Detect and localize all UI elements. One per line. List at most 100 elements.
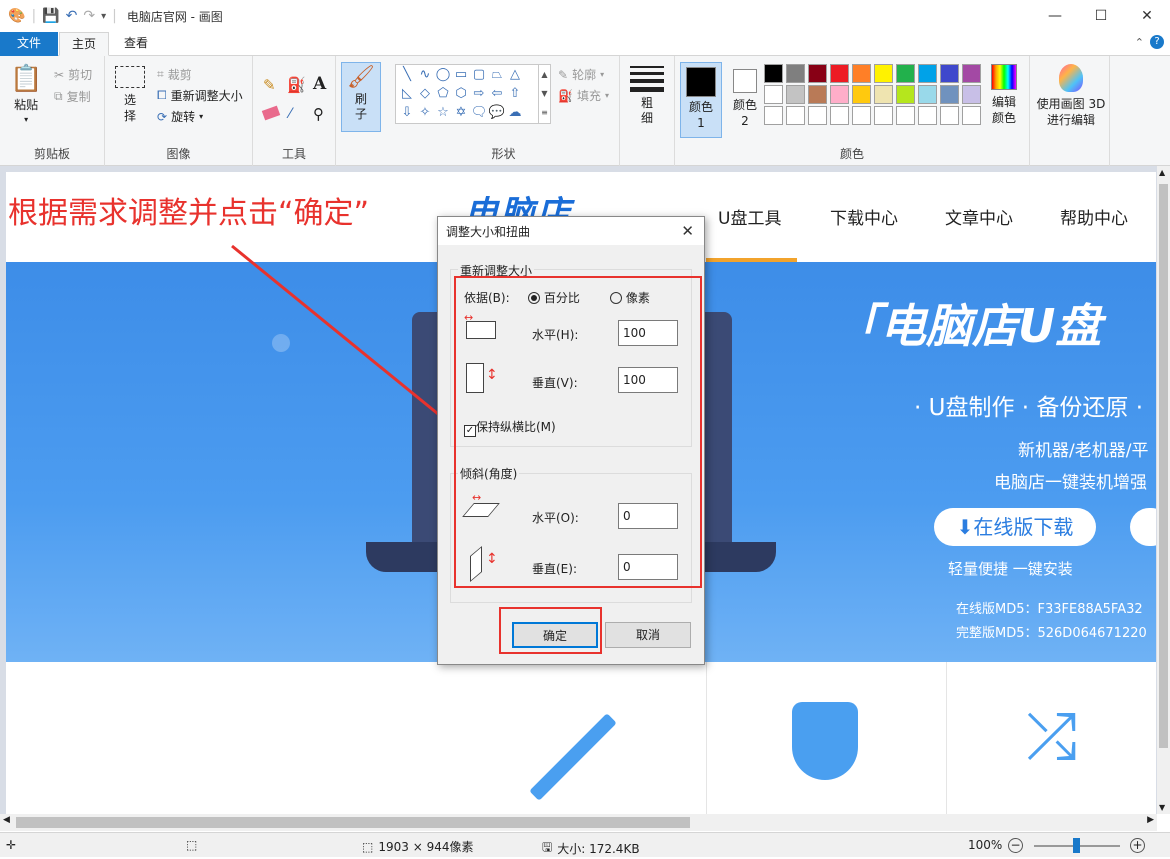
callout-rect-shape-icon[interactable]: 🗨 bbox=[470, 105, 488, 121]
save-icon[interactable]: 💾 bbox=[42, 8, 59, 24]
color-picker-icon[interactable]: ⁄ bbox=[289, 106, 291, 122]
pentagon-shape-icon[interactable]: ⬠ bbox=[434, 86, 452, 102]
color-swatch[interactable] bbox=[918, 106, 937, 125]
cut-button[interactable]: ✂ 剪切 bbox=[54, 66, 92, 83]
customize-toolbar-icon[interactable]: ▾ bbox=[101, 11, 106, 22]
paste-button[interactable]: 📋 粘贴 ▾ bbox=[10, 64, 42, 124]
horizontal-scrollbar[interactable]: ◀ ▶ bbox=[0, 814, 1157, 831]
outline-button[interactable]: ✎ 轮廓 ▾ bbox=[558, 66, 604, 83]
color-swatch[interactable] bbox=[830, 85, 849, 104]
line-shape-icon[interactable]: ╲ bbox=[398, 67, 416, 83]
color-swatch[interactable] bbox=[962, 85, 981, 104]
color-swatch[interactable] bbox=[786, 64, 805, 83]
zoom-in-icon[interactable]: + bbox=[1130, 838, 1145, 853]
diamond-shape-icon[interactable]: ◇ bbox=[416, 86, 434, 102]
triangle-shape-icon[interactable]: △ bbox=[506, 67, 524, 83]
color-swatch[interactable] bbox=[896, 106, 915, 125]
left-arrow-shape-icon[interactable]: ⇦ bbox=[488, 86, 506, 102]
minimize-button[interactable]: — bbox=[1032, 0, 1078, 32]
color-swatch[interactable] bbox=[830, 106, 849, 125]
five-point-star-shape-icon[interactable]: ☆ bbox=[434, 105, 452, 121]
close-button[interactable]: ✕ bbox=[1124, 0, 1170, 32]
color-swatch[interactable] bbox=[852, 64, 871, 83]
down-arrow-shape-icon[interactable]: ⇩ bbox=[398, 105, 416, 121]
close-icon[interactable]: ✕ bbox=[681, 222, 694, 240]
color-swatch[interactable] bbox=[764, 85, 783, 104]
scroll-left-icon[interactable]: ◀ bbox=[3, 815, 10, 825]
color-swatch[interactable] bbox=[852, 85, 871, 104]
six-point-star-shape-icon[interactable]: ✡ bbox=[452, 105, 470, 121]
text-icon[interactable]: A bbox=[313, 74, 326, 94]
eraser-icon[interactable] bbox=[261, 105, 281, 121]
fill-button[interactable]: ⛽ 填充 ▾ bbox=[558, 87, 609, 104]
color-swatch[interactable] bbox=[874, 64, 893, 83]
color-swatch[interactable] bbox=[808, 85, 827, 104]
color-swatch[interactable] bbox=[918, 85, 937, 104]
color-swatch[interactable] bbox=[896, 64, 915, 83]
brush-button[interactable]: 🖌 刷子 bbox=[341, 62, 381, 132]
hexagon-shape-icon[interactable]: ⬡ bbox=[452, 86, 470, 102]
callout-oval-shape-icon[interactable]: 💬 bbox=[488, 105, 506, 121]
color-swatch[interactable] bbox=[808, 64, 827, 83]
color-swatch[interactable] bbox=[918, 64, 937, 83]
right-triangle-shape-icon[interactable]: ◺ bbox=[398, 86, 416, 102]
zoom-out-icon[interactable]: − bbox=[1008, 838, 1023, 853]
color-swatch[interactable] bbox=[896, 85, 915, 104]
redo-icon[interactable]: ↷ bbox=[83, 8, 95, 24]
scroll-right-icon[interactable]: ▶ bbox=[1147, 815, 1154, 825]
size-button[interactable]: 粗细 bbox=[630, 66, 664, 126]
magnifier-icon[interactable]: ⚲ bbox=[313, 105, 324, 123]
curve-shape-icon[interactable]: ∿ bbox=[416, 67, 434, 83]
color1-button[interactable]: 颜色 1 bbox=[680, 62, 722, 138]
color2-button[interactable]: 颜色 2 bbox=[726, 62, 764, 138]
up-arrow-shape-icon[interactable]: ⇧ bbox=[506, 86, 524, 102]
oval-shape-icon[interactable]: ◯ bbox=[434, 67, 452, 83]
rectangle-shape-icon[interactable]: ▭ bbox=[452, 67, 470, 83]
scroll-thumb[interactable] bbox=[1159, 184, 1168, 748]
maximize-button[interactable]: ☐ bbox=[1078, 0, 1124, 32]
color-swatch[interactable] bbox=[940, 106, 959, 125]
shapes-gallery[interactable]: ╲ ∿ ◯ ▭ ▢ ⏢ △ ◺ ◇ ⬠ ⬡ ⇨ ⇦ ⇧ ⇩ ✧ ☆ ✡ 🗨 💬 … bbox=[395, 64, 551, 124]
color-swatch[interactable] bbox=[962, 64, 981, 83]
copy-button[interactable]: ⧉ 复制 bbox=[54, 88, 91, 105]
paint3d-button[interactable]: 使用画图 3D 进行编辑 bbox=[1036, 64, 1106, 128]
color-swatch[interactable] bbox=[764, 64, 783, 83]
help-icon[interactable]: ? bbox=[1150, 35, 1164, 49]
pencil-icon[interactable]: ✎ bbox=[263, 76, 276, 94]
color-swatch[interactable] bbox=[940, 85, 959, 104]
color-swatch[interactable] bbox=[940, 64, 959, 83]
zoom-slider-thumb[interactable] bbox=[1073, 838, 1080, 853]
collapse-ribbon-icon[interactable]: ⌃ bbox=[1135, 36, 1144, 49]
color-swatch[interactable] bbox=[874, 106, 893, 125]
scroll-down-icon[interactable]: ▼ bbox=[1159, 803, 1165, 812]
vertical-scrollbar[interactable]: ▲ ▼ bbox=[1157, 166, 1170, 814]
undo-icon[interactable]: ↶ bbox=[66, 8, 78, 24]
color-swatch[interactable] bbox=[852, 106, 871, 125]
cloud-shape-icon[interactable]: ☁ bbox=[506, 105, 524, 121]
gallery-scroll[interactable]: ▲ ▼ ≡ bbox=[538, 65, 550, 123]
fill-bucket-icon[interactable]: ⛽ bbox=[287, 76, 306, 94]
color-swatch[interactable] bbox=[764, 106, 783, 125]
right-arrow-shape-icon[interactable]: ⇨ bbox=[470, 86, 488, 102]
four-point-star-shape-icon[interactable]: ✧ bbox=[416, 105, 434, 121]
resize-button[interactable]: ⧠ 重新调整大小 bbox=[157, 87, 243, 104]
cancel-button[interactable]: 取消 bbox=[605, 622, 691, 648]
scroll-thumb[interactable] bbox=[16, 817, 690, 828]
tab-view[interactable]: 查看 bbox=[112, 32, 160, 56]
select-button[interactable]: 选择 bbox=[115, 66, 145, 124]
color-swatch[interactable] bbox=[874, 85, 893, 104]
edit-colors-button[interactable]: 编辑颜色 bbox=[988, 64, 1020, 126]
tab-home[interactable]: 主页 bbox=[59, 32, 109, 56]
group-label: 颜色 bbox=[839, 147, 864, 161]
color-swatch[interactable] bbox=[786, 106, 805, 125]
tab-file[interactable]: 文件 bbox=[0, 32, 58, 56]
rotate-button[interactable]: ⟳ 旋转 ▾ bbox=[157, 108, 203, 125]
color-swatch[interactable] bbox=[962, 106, 981, 125]
color-swatch[interactable] bbox=[808, 106, 827, 125]
scroll-up-icon[interactable]: ▲ bbox=[1159, 168, 1165, 177]
color-swatch[interactable] bbox=[786, 85, 805, 104]
rounded-rectangle-shape-icon[interactable]: ▢ bbox=[470, 67, 488, 83]
crop-button[interactable]: ⌗ 裁剪 bbox=[157, 66, 192, 83]
polygon-shape-icon[interactable]: ⏢ bbox=[488, 67, 506, 83]
color-swatch[interactable] bbox=[830, 64, 849, 83]
